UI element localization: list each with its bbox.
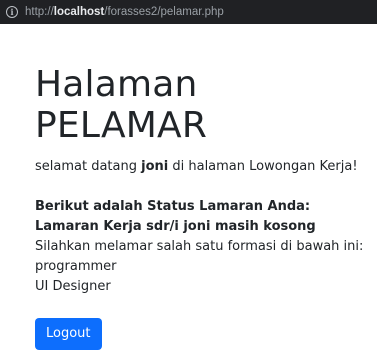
page-content: Halaman PELAMAR selamat datang joni di h… xyxy=(35,24,377,297)
status-heading: Berikut adalah Status Lamaran Anda: xyxy=(35,198,311,214)
url-scheme: http:// xyxy=(25,6,54,18)
formation-item-ui-designer: UI Designer xyxy=(35,278,111,294)
logout-button[interactable]: Logout xyxy=(35,318,102,350)
welcome-username: joni xyxy=(141,158,169,174)
address-bar[interactable]: i http://localhost/forasses2/pelamar.php xyxy=(0,0,377,24)
apply-prompt: Silahkan melamar salah satu formasi di b… xyxy=(35,238,364,254)
url-path: /forasses2/pelamar.php xyxy=(104,6,224,18)
info-icon[interactable]: i xyxy=(6,6,18,18)
welcome-prefix: selamat datang xyxy=(35,158,142,174)
welcome-message: selamat datang joni di halaman Lowongan … xyxy=(35,157,377,176)
welcome-suffix: di halaman Lowongan Kerja! xyxy=(168,158,358,174)
formation-item-programmer: programmer xyxy=(35,258,117,274)
page-title: Halaman PELAMAR xyxy=(35,64,208,147)
url-host: localhost xyxy=(53,6,105,18)
status-block: Berikut adalah Status Lamaran Anda: Lama… xyxy=(35,197,377,297)
status-empty-message: Lamaran Kerja sdr/i joni masih kosong xyxy=(35,218,316,234)
